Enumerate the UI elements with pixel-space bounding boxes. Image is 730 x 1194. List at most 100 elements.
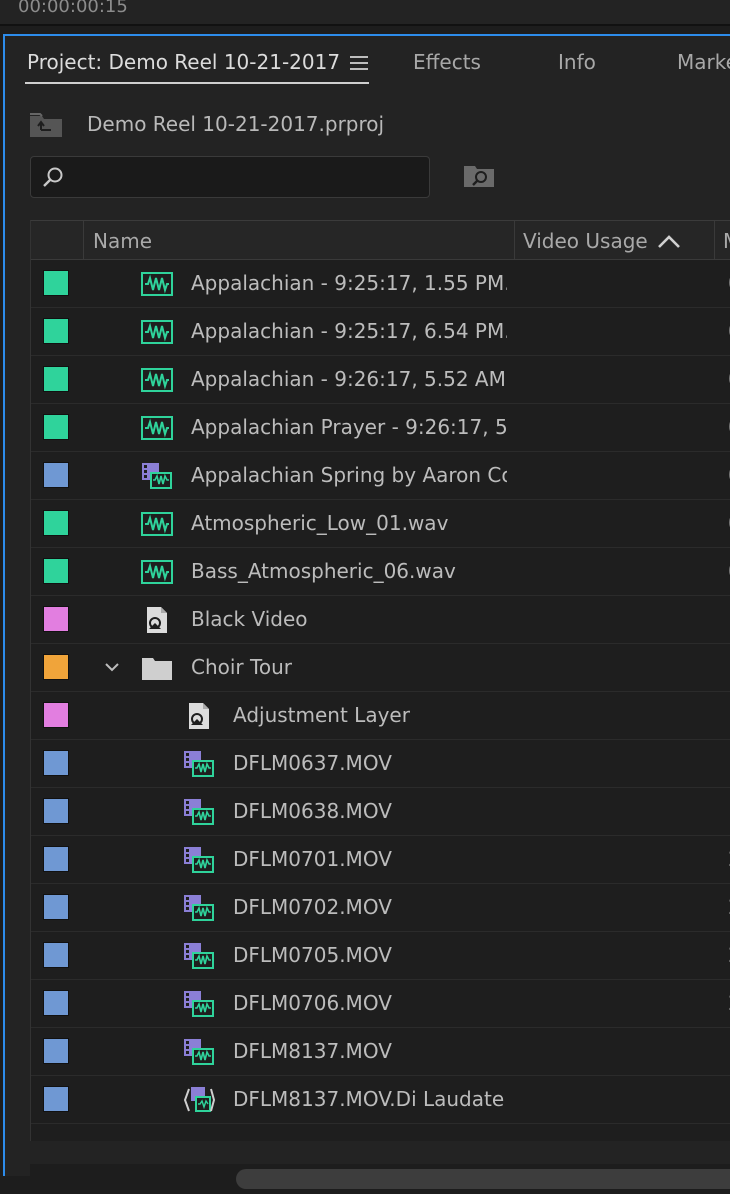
item-name: Appalachian - 9:26:17, 5.52 AM.w bbox=[191, 367, 507, 391]
project-file-name: Demo Reel 10-21-2017.prproj bbox=[87, 112, 385, 136]
audio-clip-icon bbox=[141, 366, 173, 394]
list-item[interactable]: DFLM0702.MOV2 bbox=[31, 884, 730, 932]
tab-project[interactable]: Project: Demo Reel 10-21-2017 bbox=[27, 50, 340, 74]
bin-folder-icon bbox=[141, 654, 173, 682]
audio-clip-icon bbox=[141, 414, 173, 442]
list-item[interactable]: DFLM0701.MOV2 bbox=[31, 836, 730, 884]
label-color-swatch[interactable] bbox=[43, 750, 69, 776]
label-color-swatch[interactable] bbox=[43, 1038, 69, 1064]
new-search-bin-icon[interactable] bbox=[463, 162, 495, 188]
synthetic-item-icon bbox=[141, 606, 173, 634]
label-color-swatch[interactable] bbox=[43, 414, 69, 440]
project-file-row: Demo Reel 10-21-2017.prproj bbox=[5, 104, 730, 144]
item-rows: Appalachian - 9:25:17, 1.55 PM.n0Appalac… bbox=[31, 260, 730, 1124]
item-name: Bass_Atmospheric_06.wav bbox=[191, 559, 456, 583]
list-item[interactable]: DFLM0706.MOV2 bbox=[31, 980, 730, 1028]
item-name: Appalachian Prayer - 9:26:17, 5.5 bbox=[191, 415, 507, 439]
label-color-swatch[interactable] bbox=[43, 654, 69, 680]
video-clip-icon bbox=[183, 750, 215, 778]
audio-clip-icon bbox=[141, 510, 173, 538]
search-box[interactable] bbox=[30, 156, 430, 198]
list-item[interactable]: DFLM8137.MOV1 bbox=[31, 1028, 730, 1076]
item-name: DFLM0638.MOV bbox=[233, 799, 392, 823]
label-column-header[interactable] bbox=[31, 221, 84, 259]
list-item[interactable]: Appalachian Spring by Aaron Co0 bbox=[31, 452, 730, 500]
item-name: DFLM0701.MOV bbox=[233, 847, 392, 871]
list-item[interactable]: Appalachian - 9:25:17, 6.54 PM.n0 bbox=[31, 308, 730, 356]
column-divider[interactable] bbox=[514, 221, 515, 259]
video-clip-icon bbox=[141, 462, 173, 490]
subclip-icon bbox=[183, 1086, 216, 1114]
label-color-swatch[interactable] bbox=[43, 510, 69, 536]
list-item[interactable]: Appalachian - 9:25:17, 1.55 PM.n0 bbox=[31, 260, 730, 308]
video-clip-icon bbox=[183, 798, 215, 826]
panel-tabs: Project: Demo Reel 10-21-2017 Effects In… bbox=[5, 36, 730, 92]
video-usage-column-header[interactable]: Video Usage bbox=[523, 229, 648, 253]
item-name: Appalachian - 9:25:17, 1.55 PM.n bbox=[191, 271, 507, 295]
label-color-swatch[interactable] bbox=[43, 1086, 69, 1112]
column-divider[interactable] bbox=[714, 221, 715, 259]
label-color-swatch[interactable] bbox=[43, 558, 69, 584]
horizontal-scrollbar[interactable] bbox=[30, 1164, 730, 1194]
label-color-swatch[interactable] bbox=[43, 702, 69, 728]
project-item-list: Name Video Usage M Appalachian - 9:25:17… bbox=[30, 220, 730, 1141]
list-item[interactable]: DFLM0705.MOV2 bbox=[31, 932, 730, 980]
list-item[interactable]: Appalachian Prayer - 9:26:17, 5.50 bbox=[31, 404, 730, 452]
list-item[interactable]: Adjustment Layer bbox=[31, 692, 730, 740]
label-color-swatch[interactable] bbox=[43, 846, 69, 872]
item-name: Choir Tour bbox=[191, 655, 292, 679]
list-item[interactable]: Choir Tour bbox=[31, 644, 730, 692]
column-header: Name Video Usage M bbox=[31, 221, 730, 260]
search-input[interactable] bbox=[73, 163, 417, 191]
search-icon bbox=[43, 167, 63, 187]
label-color-swatch[interactable] bbox=[43, 366, 69, 392]
timecode-display: 00:00:00:15 bbox=[18, 0, 128, 17]
active-tab-underline bbox=[25, 82, 369, 84]
item-name: Atmospheric_Low_01.wav bbox=[191, 511, 449, 535]
item-name: Appalachian Spring by Aaron Co bbox=[191, 463, 507, 487]
name-column-header[interactable]: Name bbox=[93, 229, 152, 253]
sort-ascending-icon[interactable] bbox=[657, 233, 681, 249]
label-color-swatch[interactable] bbox=[43, 270, 69, 296]
item-name: Appalachian - 9:25:17, 6.54 PM.n bbox=[191, 319, 507, 343]
label-color-swatch[interactable] bbox=[43, 990, 69, 1016]
video-clip-icon bbox=[183, 846, 215, 874]
tab-effects[interactable]: Effects bbox=[413, 50, 481, 74]
bin-up-icon[interactable] bbox=[29, 112, 63, 138]
tab-markers[interactable]: Marke bbox=[677, 50, 730, 74]
panel-menu-icon[interactable] bbox=[350, 56, 368, 70]
item-name: Black Video bbox=[191, 607, 308, 631]
list-item[interactable]: Atmospheric_Low_01.wav0 bbox=[31, 500, 730, 548]
item-name: DFLM0705.MOV bbox=[233, 943, 392, 967]
label-color-swatch[interactable] bbox=[43, 894, 69, 920]
project-panel: Project: Demo Reel 10-21-2017 Effects In… bbox=[3, 34, 730, 1194]
label-color-swatch[interactable] bbox=[43, 798, 69, 824]
item-name: DFLM0637.MOV bbox=[233, 751, 392, 775]
tab-info[interactable]: Info bbox=[558, 50, 596, 74]
audio-clip-icon bbox=[141, 558, 173, 586]
video-clip-icon bbox=[183, 990, 215, 1018]
timecode-bar: 00:00:00:15 bbox=[0, 0, 730, 26]
video-clip-icon bbox=[183, 1038, 215, 1066]
video-clip-icon bbox=[183, 894, 215, 922]
label-color-swatch[interactable] bbox=[43, 318, 69, 344]
list-item[interactable]: DFLM0637.MOV1 bbox=[31, 740, 730, 788]
audio-clip-icon bbox=[141, 318, 173, 346]
chevron-down-icon[interactable] bbox=[103, 658, 121, 676]
list-item[interactable]: DFLM0638.MOV1 bbox=[31, 788, 730, 836]
list-item[interactable]: Appalachian - 9:26:17, 5.52 AM.w0 bbox=[31, 356, 730, 404]
label-color-swatch[interactable] bbox=[43, 462, 69, 488]
item-name: DFLM8137.MOV bbox=[233, 1039, 392, 1063]
item-name: DFLM0706.MOV bbox=[233, 991, 392, 1015]
label-color-swatch[interactable] bbox=[43, 942, 69, 968]
next-column-header[interactable]: M bbox=[723, 229, 730, 253]
synthetic-item-icon bbox=[183, 702, 215, 730]
item-name: DFLM8137.MOV.Di Laudate bbox=[233, 1087, 505, 1111]
list-item[interactable]: Black Video bbox=[31, 596, 730, 644]
item-name: DFLM0702.MOV bbox=[233, 895, 392, 919]
list-item[interactable]: Bass_Atmospheric_06.wav0 bbox=[31, 548, 730, 596]
label-color-swatch[interactable] bbox=[43, 606, 69, 632]
list-item[interactable]: DFLM8137.MOV.Di Laudate1 bbox=[31, 1076, 730, 1124]
scrollbar-thumb[interactable] bbox=[236, 1169, 730, 1189]
item-name: Adjustment Layer bbox=[233, 703, 410, 727]
